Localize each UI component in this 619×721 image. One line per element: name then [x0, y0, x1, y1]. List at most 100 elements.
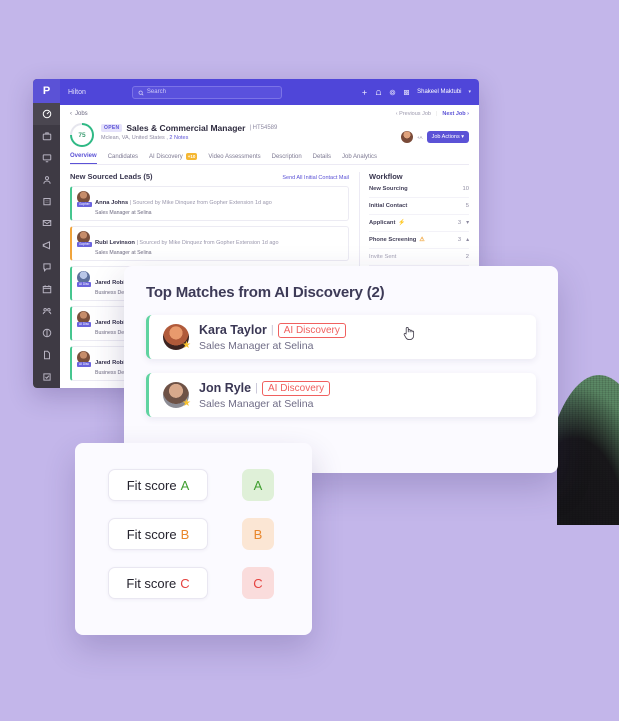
- fit-score-label: Fit score: [126, 477, 177, 493]
- previous-job-link[interactable]: ‹ Previous Job: [396, 111, 431, 117]
- bolt-icon: ⚡: [398, 220, 406, 226]
- sidebar-item-screen[interactable]: [33, 147, 60, 169]
- workflow-row-new-sourcing[interactable]: New Sourcing 10: [369, 181, 469, 198]
- app-logo[interactable]: P: [33, 79, 60, 103]
- fit-score-label: Fit score: [126, 526, 177, 542]
- search-icon: [138, 83, 144, 101]
- job-notes-link[interactable]: 2 Notes: [169, 135, 188, 141]
- next-job-link[interactable]: Next Job ›: [442, 111, 469, 117]
- pointing-hand-icon: [402, 325, 416, 344]
- fit-score-chip-b: B: [242, 518, 274, 550]
- grid-icon[interactable]: [403, 83, 410, 101]
- topbar: Hilton Search Shakeel Maktubi ▾: [60, 79, 479, 105]
- tab-description[interactable]: Description: [272, 154, 302, 164]
- job-header: 75 OPEN Sales & Commercial Manager | HT5…: [70, 123, 469, 147]
- ai-discovery-tag: AI Discovery: [277, 322, 346, 338]
- chevron-up-icon[interactable]: ▴: [466, 237, 469, 243]
- fit-score-row-a: Fit score A A: [108, 469, 312, 501]
- sidebar-item-mail[interactable]: [33, 212, 60, 234]
- sidebar-item-messages[interactable]: [33, 256, 60, 278]
- avatar: AI Disc: [77, 351, 92, 367]
- envelope-icon: [42, 218, 52, 228]
- job-id: | HT54589: [249, 125, 278, 131]
- match-name: Jon Ryle: [199, 381, 252, 395]
- chevron-down-icon[interactable]: ▾: [466, 220, 469, 226]
- list-item[interactable]: Gopher Rubi Levinson | Sourced by Mike D…: [70, 226, 349, 261]
- sidebar-item-tasks[interactable]: [33, 366, 60, 388]
- search-input[interactable]: Search: [131, 83, 282, 101]
- chat-icon: [42, 262, 52, 273]
- sidebar-item-documents[interactable]: [33, 344, 60, 366]
- megaphone-icon: [42, 240, 52, 250]
- match-row-kara-taylor[interactable]: ★ Kara Taylor | AI Discovery Sales Manag…: [146, 315, 536, 359]
- sidebar-item-candidates[interactable]: [33, 169, 60, 191]
- avatar: Gopher: [77, 231, 92, 247]
- tab-bar: Overview Candidates AI Discovery +10 Vid…: [70, 153, 469, 165]
- fit-score-row-c: Fit score C C: [108, 567, 312, 599]
- briefcase-icon: [42, 131, 52, 141]
- user-menu[interactable]: Shakeel Maktubi: [417, 89, 461, 95]
- brand-name: Hilton: [68, 88, 86, 96]
- tab-video-assessments[interactable]: Video Assessments: [208, 154, 260, 164]
- tab-ai-discovery[interactable]: AI Discovery +10: [149, 153, 198, 164]
- workflow-title: Workflow: [369, 172, 403, 181]
- tab-badge: +10: [185, 153, 198, 160]
- modal-title: Top Matches from AI Discovery (2): [146, 284, 385, 301]
- job-score-ring: 75: [70, 123, 94, 147]
- tab-job-analytics[interactable]: Job Analytics: [342, 154, 377, 164]
- job-location: Mclean, VA, United States , 2 Notes: [101, 135, 189, 141]
- background-blob: [557, 180, 619, 525]
- avatar: Gopher: [77, 191, 92, 207]
- chevron-down-icon[interactable]: ▾: [468, 89, 471, 95]
- file-icon: [42, 350, 52, 360]
- page-title: Sales & Commercial Manager: [126, 123, 246, 133]
- fit-score-chip-c: C: [242, 567, 274, 599]
- avatar-badge: +A: [416, 134, 423, 140]
- tab-candidates[interactable]: Candidates: [108, 154, 138, 164]
- avatar: ★: [163, 382, 191, 409]
- job-actions-button[interactable]: Job Actions ▾: [426, 131, 469, 143]
- workflow-row-invite-sent[interactable]: Invite Sent 2: [369, 249, 469, 266]
- breadcrumb[interactable]: ‹ Jobs: [70, 111, 88, 117]
- fit-score-grade: A: [180, 477, 190, 493]
- workflow-row-applicant[interactable]: Applicant ⚡ 3 ▾: [369, 215, 469, 232]
- sidebar-item-company[interactable]: [33, 191, 60, 213]
- list-item[interactable]: Gopher Anna Johns | Sourced by Mike Dinq…: [70, 186, 349, 221]
- star-icon: ★: [182, 340, 191, 351]
- workflow-row-phone-screening[interactable]: Phone Screening ⚠ 3 ▴: [369, 232, 469, 249]
- fit-score-pill-c[interactable]: Fit score C: [108, 567, 208, 599]
- sidebar-item-campaigns[interactable]: [33, 234, 60, 256]
- checkbox-icon: [42, 372, 52, 382]
- fit-score-grade: B: [180, 526, 190, 542]
- sidebar-item-analytics[interactable]: [33, 322, 60, 344]
- workflow-row-initial-contact[interactable]: Initial Contact 5: [369, 198, 469, 215]
- sidebar: P: [33, 79, 60, 388]
- separator: |: [270, 324, 274, 336]
- breadcrumb-label: Jobs: [75, 111, 88, 117]
- ai-discovery-tag: AI Discovery: [261, 380, 331, 396]
- sidebar-item-team[interactable]: [33, 300, 60, 322]
- bell-icon[interactable]: [375, 83, 382, 101]
- leads-title: New Sourced Leads (5): [70, 172, 153, 181]
- fit-score-pill-a[interactable]: Fit score A: [108, 469, 208, 501]
- send-all-contact-mail-link[interactable]: Send All Initial Contact Mail: [282, 175, 349, 181]
- top-matches-modal: Top Matches from AI Discovery (2) ★ Kara…: [124, 266, 558, 473]
- plus-icon[interactable]: [361, 83, 368, 101]
- match-role: Sales Manager at Selina: [199, 339, 314, 352]
- match-row-jon-ryle[interactable]: ★ Jon Ryle | AI Discovery Sales Manager …: [146, 373, 536, 417]
- gear-icon[interactable]: [389, 83, 396, 101]
- sidebar-item-calendar[interactable]: [33, 278, 60, 300]
- sidebar-item-dashboard[interactable]: [33, 102, 60, 125]
- tab-overview[interactable]: Overview: [70, 153, 97, 164]
- avatar[interactable]: [400, 131, 413, 143]
- job-score-value: 75: [72, 125, 92, 145]
- monitor-icon: [42, 153, 52, 163]
- star-icon: ★: [182, 398, 191, 409]
- avatar: AI Disc: [77, 311, 92, 327]
- tab-details[interactable]: Details: [313, 154, 331, 164]
- fit-score-pill-b[interactable]: Fit score B: [108, 518, 208, 550]
- fit-score-row-b: Fit score B B: [108, 518, 312, 550]
- sidebar-item-jobs[interactable]: [33, 125, 60, 147]
- avatar: AI Disc: [77, 271, 92, 287]
- fit-score-label: Fit score: [126, 575, 177, 591]
